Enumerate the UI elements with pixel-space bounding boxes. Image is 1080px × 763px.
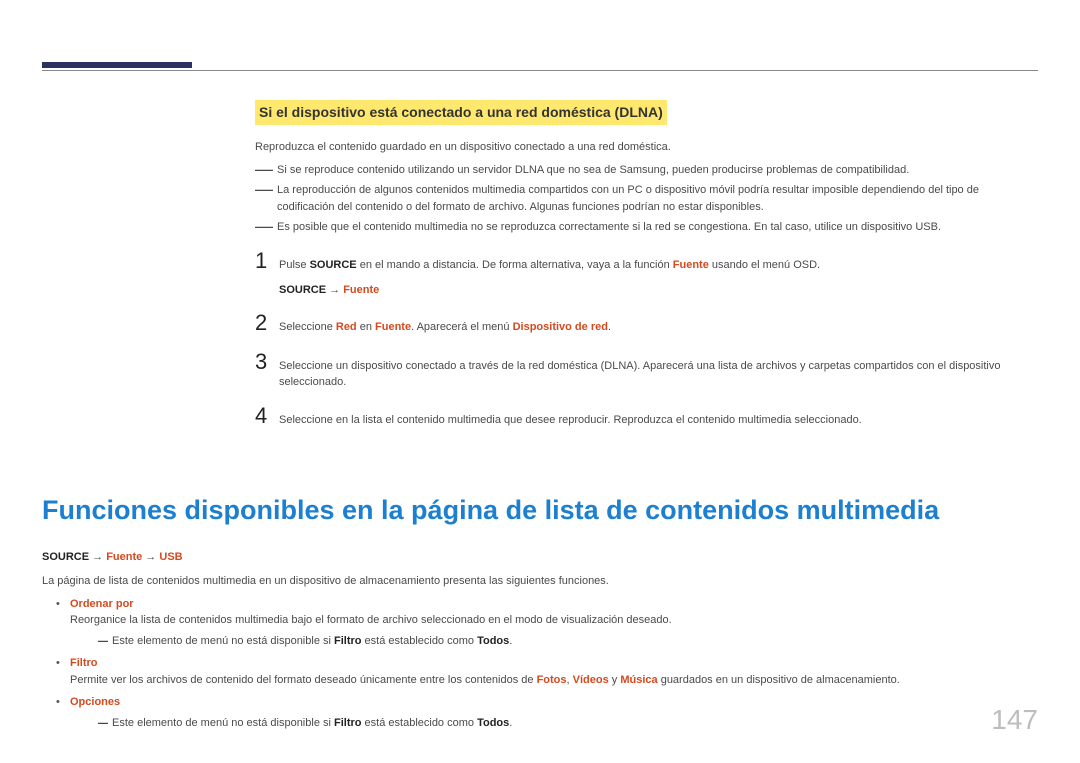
text: guardados en un dispositivo de almacenam…: [658, 674, 900, 686]
header-accent-bar: [42, 62, 192, 68]
feature-label: Ordenar por: [70, 598, 134, 610]
source-label: SOURCE: [310, 259, 357, 271]
text: Este elemento de menú no está disponible…: [112, 635, 334, 647]
note-item: ― Es posible que el contenido multimedia…: [255, 219, 1038, 236]
text: Permite ver los archivos de contenido de…: [70, 674, 537, 686]
step-number: 4: [255, 403, 279, 429]
text: . Aparecerá el menú: [411, 321, 513, 333]
path-fuente: Fuente: [106, 551, 142, 563]
step-number: 3: [255, 349, 279, 375]
dash-icon: ―: [255, 182, 277, 196]
feature-list: Ordenar por Reorganice la lista de conte…: [42, 596, 1038, 732]
red-label: Red: [336, 321, 357, 333]
note-text: La reproducción de algunos contenidos mu…: [277, 182, 1038, 215]
feature-label: Opciones: [70, 696, 120, 708]
feature-item-filtro: Filtro Permite ver los archivos de conte…: [42, 655, 1038, 688]
fotos-label: Fotos: [537, 674, 567, 686]
major-section: Funciones disponibles en la página de li…: [42, 430, 1038, 737]
note-item: ― La reproducción de algunos contenidos …: [255, 182, 1038, 215]
text: en el mando a distancia. De forma altern…: [357, 259, 673, 271]
path-source: SOURCE: [279, 284, 326, 296]
path-source: SOURCE: [42, 551, 89, 563]
path-arrow: →: [89, 551, 106, 563]
path-fuente: Fuente: [343, 284, 379, 296]
text: .: [509, 717, 512, 729]
todos-label: Todos: [477, 635, 509, 647]
filtro-label: Filtro: [334, 635, 362, 647]
section-intro: Reproduzca el contenido guardado en un d…: [255, 139, 1038, 156]
step-body: Seleccione un dispositivo conectado a tr…: [279, 358, 1038, 391]
nav-path: SOURCE → Fuente → USB: [42, 549, 1038, 566]
section-title: Si el dispositivo está conectado a una r…: [255, 100, 667, 125]
page-number: 147: [991, 699, 1038, 741]
text: .: [608, 321, 611, 333]
path-arrow: →: [142, 551, 159, 563]
note-text: Si se reproduce contenido utilizando un …: [277, 162, 909, 179]
text: Pulse: [279, 259, 310, 271]
feature-desc: Reorganice la lista de contenidos multim…: [70, 614, 672, 626]
path-arrow: →: [326, 284, 343, 296]
step-body: Seleccione Red en Fuente. Aparecerá el m…: [279, 319, 1038, 336]
step-number: 1: [255, 248, 279, 274]
sub-text: Este elemento de menú no está disponible…: [112, 633, 512, 650]
text: está establecido como: [362, 717, 478, 729]
step-row-4: 4 Seleccione en la lista el contenido mu…: [255, 403, 1038, 429]
feature-item-ordenar: Ordenar por Reorganice la lista de conte…: [42, 596, 1038, 650]
major-intro: La página de lista de contenidos multime…: [42, 573, 1038, 590]
todos-label: Todos: [477, 717, 509, 729]
sub-text: Este elemento de menú no está disponible…: [112, 715, 512, 732]
fuente-label: Fuente: [375, 321, 411, 333]
text: y: [609, 674, 621, 686]
dash-icon: ―: [255, 219, 277, 233]
text: Seleccione: [279, 321, 336, 333]
text: en: [357, 321, 375, 333]
feature-label: Filtro: [70, 657, 98, 669]
musica-label: Música: [620, 674, 657, 686]
text: está establecido como: [362, 635, 478, 647]
step-row-3: 3 Seleccione un dispositivo conectado a …: [255, 349, 1038, 391]
dash-icon: ‒: [98, 715, 112, 729]
sub-note: ‒ Este elemento de menú no está disponib…: [98, 633, 1038, 650]
path-usb: USB: [159, 551, 182, 563]
feature-desc: Permite ver los archivos de contenido de…: [70, 674, 900, 686]
dash-icon: ―: [255, 162, 277, 176]
filtro-label: Filtro: [334, 717, 362, 729]
step-body: Seleccione en la lista el contenido mult…: [279, 412, 1038, 429]
dispositivo-label: Dispositivo de red: [513, 321, 608, 333]
header-divider: [42, 70, 1038, 71]
dash-icon: ‒: [98, 633, 112, 647]
nav-path: SOURCE → Fuente: [279, 282, 1038, 299]
note-item: ― Si se reproduce contenido utilizando u…: [255, 162, 1038, 179]
fuente-label: Fuente: [673, 259, 709, 271]
sub-note: ‒ Este elemento de menú no está disponib…: [98, 715, 1038, 732]
step-number: 2: [255, 310, 279, 336]
section-dlna: Si el dispositivo está conectado a una r…: [255, 100, 1038, 429]
note-text: Es posible que el contenido multimedia n…: [277, 219, 941, 236]
text: Este elemento de menú no está disponible…: [112, 717, 334, 729]
videos-label: Vídeos: [573, 674, 609, 686]
feature-item-opciones: Opciones ‒ Este elemento de menú no está…: [42, 694, 1038, 731]
text: usando el menú OSD.: [709, 259, 820, 271]
step-row-2: 2 Seleccione Red en Fuente. Aparecerá el…: [255, 310, 1038, 336]
text: .: [509, 635, 512, 647]
step-row-1: 1 Pulse SOURCE en el mando a distancia. …: [255, 248, 1038, 274]
major-heading: Funciones disponibles en la página de li…: [42, 490, 1038, 531]
step-body: Pulse SOURCE en el mando a distancia. De…: [279, 257, 1038, 274]
